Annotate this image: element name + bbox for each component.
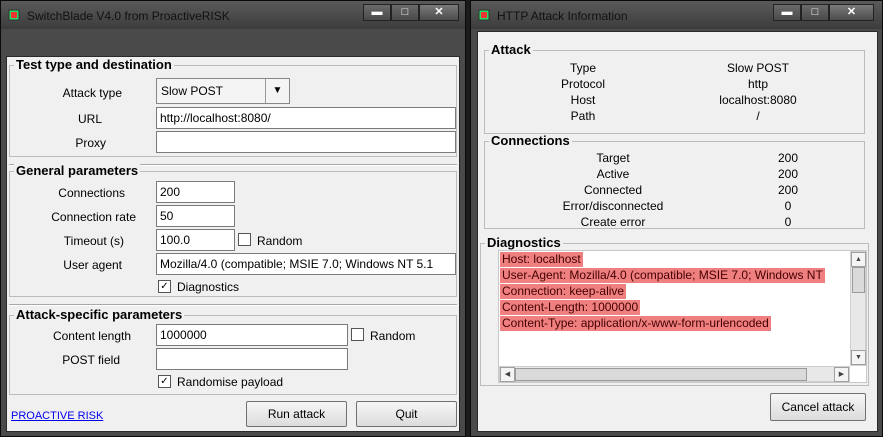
scroll-down-icon[interactable]: ▼ <box>851 350 866 365</box>
path-value: / <box>756 109 760 123</box>
http-attack-titlebar[interactable]: HTTP Attack Information ▬ □ ✕ <box>471 1 882 29</box>
vertical-scroll-thumb[interactable] <box>852 267 865 293</box>
window-title: HTTP Attack Information <box>497 9 628 23</box>
group-title: Test type and destination <box>14 57 174 72</box>
maximize-button[interactable]: □ <box>801 4 829 21</box>
group-title: Attack-specific parameters <box>14 307 185 322</box>
diagnostics-line: Connection: keep-alive <box>500 284 627 299</box>
diagnostics-line: User-Agent: Mozilla/4.0 (compatible; MSI… <box>500 268 825 283</box>
switchblade-window: SwitchBlade V4.0 from ProactiveRISK ▬ □ … <box>0 0 466 437</box>
chevron-down-icon[interactable]: ▼ <box>265 79 289 103</box>
app-icon <box>8 9 20 21</box>
vertical-scrollbar[interactable]: ▲ ▼ <box>850 251 866 366</box>
content-length-label: Content length <box>52 329 131 343</box>
protocol-key: Protocol <box>560 77 606 91</box>
proxy-input[interactable] <box>156 131 456 153</box>
close-button[interactable]: ✕ <box>829 4 874 21</box>
timeout-label: Timeout (s) <box>63 234 124 248</box>
post-field-input[interactable] <box>156 348 348 370</box>
app-icon <box>478 9 490 21</box>
timeout-random-checkbox[interactable] <box>238 233 251 246</box>
user-agent-input[interactable]: Mozilla/4.0 (compatible; MSIE 7.0; Windo… <box>156 253 456 275</box>
switchblade-client: Test type and destination Attack type Sl… <box>6 56 460 432</box>
attack-type-value: Slow POST <box>726 61 789 75</box>
post-field-label: POST field <box>62 353 120 367</box>
switchblade-titlebar[interactable]: SwitchBlade V4.0 from ProactiveRISK ▬ □ … <box>1 1 465 29</box>
connected-key: Connected <box>583 183 643 197</box>
url-label: URL <box>77 112 102 126</box>
path-key: Path <box>570 109 596 123</box>
diagnostics-log[interactable]: Host: localhost User-Agent: Mozilla/4.0 … <box>498 250 867 383</box>
active-key: Active <box>596 167 630 181</box>
target-value: 200 <box>777 151 799 165</box>
user-agent-label: User agent <box>63 258 122 272</box>
maximize-button[interactable]: □ <box>391 4 419 21</box>
diagnostics-checkbox[interactable]: ✓ <box>158 280 171 293</box>
window-title: SwitchBlade V4.0 from ProactiveRISK <box>27 9 230 23</box>
close-button[interactable]: ✕ <box>419 4 459 21</box>
horizontal-scroll-thumb[interactable] <box>515 368 807 381</box>
connections-input[interactable]: 200 <box>156 181 235 203</box>
run-attack-button[interactable]: Run attack <box>246 401 347 427</box>
target-key: Target <box>596 151 630 165</box>
content-length-input[interactable]: 1000000 <box>156 324 348 346</box>
randomise-payload-label: Randomise payload <box>177 375 284 389</box>
diagnostics-line: Host: localhost <box>500 252 583 267</box>
randomise-payload-checkbox[interactable]: ✓ <box>158 375 171 388</box>
protocol-value: http <box>747 77 768 91</box>
http-attack-client: Attack Type Slow POST Protocol http Host… <box>477 31 878 432</box>
group-title: General parameters <box>14 163 141 178</box>
url-input[interactable]: http://localhost:8080/ <box>156 107 456 129</box>
cancel-attack-button[interactable]: Cancel attack <box>770 393 866 421</box>
minimize-button[interactable]: ▬ <box>773 4 801 21</box>
scroll-up-icon[interactable]: ▲ <box>851 252 866 267</box>
diagnostics-label: Diagnostics <box>177 280 240 294</box>
attack-type-value: Slow POST <box>161 84 224 98</box>
minimize-button[interactable]: ▬ <box>363 4 391 21</box>
host-key: Host <box>570 93 596 107</box>
attack-type-select[interactable]: Slow POST ▼ <box>156 78 290 104</box>
group-title: Attack <box>489 42 533 57</box>
horizontal-scrollbar[interactable]: ◀ ▶ <box>499 366 850 382</box>
quit-button[interactable]: Quit <box>356 401 457 427</box>
connection-rate-input[interactable]: 50 <box>156 205 235 227</box>
connected-value: 200 <box>777 183 799 197</box>
attack-type-key: Type <box>569 61 596 75</box>
diagnostics-line: Content-Type: application/x-www-form-url… <box>500 316 771 331</box>
proxy-label: Proxy <box>75 136 106 150</box>
scroll-right-icon[interactable]: ▶ <box>834 367 849 382</box>
active-value: 200 <box>777 167 799 181</box>
create-error-value: 0 <box>784 215 792 229</box>
group-title: Connections <box>489 133 572 148</box>
attack-type-label: Attack type <box>62 86 122 100</box>
host-value: localhost:8080 <box>719 93 797 107</box>
error-disconnected-key: Error/disconnected <box>562 199 664 213</box>
divider <box>9 304 457 306</box>
scroll-left-icon[interactable]: ◀ <box>500 367 515 382</box>
create-error-key: Create error <box>580 215 646 229</box>
http-attack-info-window: HTTP Attack Information ▬ □ ✕ Attack Typ… <box>470 0 883 437</box>
connection-rate-label: Connection rate <box>51 210 136 224</box>
group-title: Diagnostics <box>485 235 563 250</box>
error-disconnected-value: 0 <box>784 199 792 213</box>
content-random-label: Random <box>370 329 416 343</box>
timeout-random-label: Random <box>257 234 303 248</box>
connections-label: Connections <box>58 186 125 200</box>
proactive-risk-link[interactable]: PROACTIVE RISK <box>11 410 103 422</box>
content-random-checkbox[interactable] <box>351 328 364 341</box>
diagnostics-line: Content-Length: 1000000 <box>500 300 641 315</box>
timeout-input[interactable]: 100.0 <box>156 229 235 251</box>
